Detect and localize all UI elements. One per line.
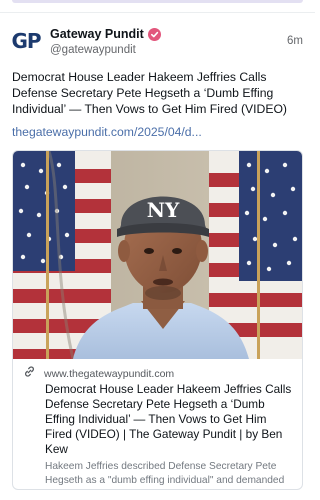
top-divider [12,0,303,3]
preview-body: www.thegatewaypundit.com Democrat House … [13,365,302,489]
cap-logo: NY [147,198,180,222]
link-preview-card[interactable]: NY www.thegatewaypundit.com Democrat Hou… [12,150,303,490]
check-badge-icon [147,27,161,41]
avatar[interactable]: GP [11,27,42,55]
preview-description: Hakeem Jeffries described Defense Secret… [45,461,285,486]
avatar-letter-p: P [26,29,42,53]
post-text: Democrat House Leader Hakeem Jeffries Ca… [12,70,287,116]
author-name[interactable]: Gateway Pundit [50,27,144,41]
preview-domain[interactable]: www.thegatewaypundit.com [44,368,174,380]
link-icon [23,365,36,383]
avatar-letter-g: G [11,29,27,53]
post-time[interactable]: 6m [287,35,303,47]
feed-post[interactable]: GP Gateway Pundit @gatewaypundit 6m Demo… [0,13,315,500]
preview-image[interactable]: NY [13,151,302,359]
author-handle[interactable]: @gatewaypundit [50,44,303,56]
preview-title[interactable]: Democrat House Leader Hakeem Jeffries Ca… [45,382,292,457]
post-header: Gateway Pundit @gatewaypundit [50,25,303,56]
post-link[interactable]: thegatewaypundit.com/2025/04/d... [12,125,303,139]
